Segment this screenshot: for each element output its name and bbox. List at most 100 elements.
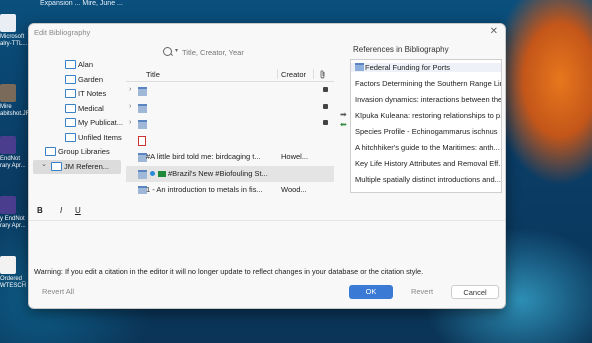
- citation-editor[interactable]: [29, 221, 505, 261]
- reference-item[interactable]: A hitchhiker's guide to the Maritimes: a…: [355, 143, 501, 152]
- desktop-icon-label: Microsoft alry-TTL...: [0, 34, 28, 47]
- reference-label: Kīpuka Kuleana: restoring relationships …: [355, 111, 501, 120]
- folder-icon: [65, 60, 76, 69]
- italic-button[interactable]: I: [60, 206, 62, 215]
- library-item[interactable]: Garden: [33, 73, 121, 88]
- search-input[interactable]: [182, 46, 280, 58]
- library-item-label: IT Notes: [78, 89, 107, 98]
- folder-icon: [65, 103, 76, 113]
- column-divider[interactable]: [313, 69, 314, 79]
- bold-button[interactable]: B: [37, 206, 43, 215]
- item-creator: Howel...: [281, 152, 309, 161]
- item-row[interactable]: [126, 133, 334, 149]
- library-item-label: JM Referen...: [64, 161, 110, 171]
- desktop-icon-label: Mire abitshot.JF: [0, 104, 30, 117]
- warning-text: Warning: If you edit a citation in the e…: [34, 267, 424, 276]
- desktop-icon[interactable]: y EndNot rary Apr...: [0, 196, 30, 230]
- desktop-icon[interactable]: Ordered_ WTESCH: [0, 256, 30, 290]
- column-divider[interactable]: [277, 69, 278, 79]
- column-creator[interactable]: Creator: [281, 70, 306, 79]
- item-title: 1 - An introduction to metals in fis...: [146, 185, 263, 194]
- reference-label: Multiple spatially distinct introduction…: [355, 175, 501, 184]
- desktop-icon[interactable]: Mire abitshot.JF: [0, 84, 30, 118]
- revert-button[interactable]: Revert: [399, 285, 445, 299]
- library-item-label: Medical: [78, 103, 104, 113]
- reference-item[interactable]: Federal Funding for Ports: [351, 63, 501, 72]
- ok-button[interactable]: OK: [349, 285, 393, 299]
- underline-button[interactable]: U: [75, 206, 81, 215]
- reference-label: Factors Determining the Southern Range L…: [355, 79, 501, 88]
- folder-icon: [65, 74, 76, 84]
- chevron-right-icon[interactable]: ›: [129, 86, 131, 93]
- library-item-label: Garden: [78, 74, 104, 84]
- library-tree: Alan Garden IT Notes Medical My Publicat... U…: [33, 58, 124, 174]
- chevron-down-icon[interactable]: ⌄: [41, 160, 47, 168]
- unfiled-icon: [65, 132, 76, 142]
- status-dot-icon: [150, 170, 155, 176]
- item-row[interactable]: ›: [126, 83, 334, 99]
- cancel-button[interactable]: Cancel: [451, 285, 499, 299]
- search-icon: [163, 47, 172, 56]
- file-icon: [0, 136, 16, 154]
- paperclip-icon[interactable]: [319, 70, 326, 79]
- reference-label: Species Profile - Echinogammarus ischnus: [355, 127, 498, 136]
- chevron-right-icon[interactable]: ›: [129, 119, 131, 126]
- library-item[interactable]: Medical: [33, 102, 121, 117]
- file-icon: [0, 256, 16, 274]
- reference-item[interactable]: Multiple spatially distinct introduction…: [355, 175, 501, 184]
- flag-icon: [158, 170, 166, 177]
- library-item-label: My Publicat...: [78, 118, 124, 127]
- item-row[interactable]: #A little bird told me: birdcaging t... H…: [126, 149, 334, 165]
- library-item-label: Unfiled Items: [78, 132, 122, 142]
- column-title[interactable]: Title: [146, 70, 160, 79]
- item-list: Title Creator › › › #A little bird told me:…: [126, 68, 334, 194]
- revert-all-button[interactable]: Revert All: [35, 285, 81, 299]
- library-item[interactable]: ⌄ JM Referen...: [33, 159, 121, 174]
- library-icon: [51, 161, 62, 171]
- item-row[interactable]: ›: [126, 116, 334, 132]
- reference-label: Key Life History Attributes and Removal …: [355, 159, 501, 168]
- attachment-icon: [323, 87, 328, 92]
- library-item-label: Group Libraries: [58, 147, 110, 156]
- dialog-titlebar: Edit Bibliography ✕: [29, 24, 505, 42]
- document-icon: [138, 120, 147, 129]
- reference-item[interactable]: Species Profile - Echinogammarus ischnus: [355, 127, 501, 136]
- chevron-right-icon[interactable]: ›: [129, 103, 131, 110]
- chevron-down-icon[interactable]: ▾: [175, 47, 178, 54]
- desktop-icon-label: y EndNot rary Apr...: [0, 216, 26, 229]
- document-icon: [138, 87, 147, 96]
- folder-icon: [65, 118, 76, 127]
- document-icon: [138, 169, 147, 179]
- reference-label: Invasion dynamics: interactions between …: [355, 95, 501, 104]
- attachment-icon: [323, 103, 328, 109]
- pdf-icon: [138, 135, 146, 146]
- file-icon: [0, 196, 16, 214]
- reference-label: Federal Funding for Ports: [365, 63, 451, 72]
- file-icon: [0, 84, 16, 102]
- item-row[interactable]: ›: [126, 100, 334, 116]
- reference-item[interactable]: Invasion dynamics: interactions between …: [355, 95, 501, 104]
- item-title: #A little bird told me: birdcaging t...: [146, 152, 261, 161]
- reference-item[interactable]: Factors Determining the Southern Range L…: [355, 79, 501, 88]
- item-row[interactable]: 1 - An introduction to metals in fis... W…: [126, 182, 334, 194]
- library-item[interactable]: IT Notes: [33, 87, 121, 102]
- reference-item[interactable]: Key Life History Attributes and Removal …: [355, 159, 501, 168]
- item-creator: Wood...: [281, 185, 307, 194]
- library-item[interactable]: My Publicat...: [33, 116, 124, 131]
- arrow-right-icon[interactable]: ➡: [340, 110, 350, 120]
- item-title: #Brazil's New #Biofouling St...: [168, 168, 268, 178]
- library-item-label: Alan: [78, 60, 94, 69]
- desktop-icon[interactable]: EndNot rary Apr...: [0, 136, 30, 170]
- search-box[interactable]: ▾: [163, 46, 283, 60]
- desktop-icon[interactable]: Microsoft alry-TTL...: [0, 14, 30, 48]
- item-row[interactable]: #Brazil's New #Biofouling St...: [126, 165, 334, 182]
- edit-bibliography-dialog: Edit Bibliography ✕ ▾ Alan Garden IT Notes…: [28, 23, 506, 309]
- library-item[interactable]: Unfiled Items: [33, 131, 122, 146]
- references-heading: References in Bibliography: [353, 45, 449, 54]
- close-icon[interactable]: ✕: [490, 26, 498, 37]
- library-item[interactable]: Alan: [33, 58, 121, 73]
- arrow-left-icon[interactable]: ⬅: [340, 120, 350, 130]
- reference-item[interactable]: Kīpuka Kuleana: restoring relationships …: [355, 111, 501, 120]
- references-list: Federal Funding for Ports Factors Determi…: [350, 59, 502, 193]
- library-item[interactable]: Group Libraries: [33, 145, 121, 160]
